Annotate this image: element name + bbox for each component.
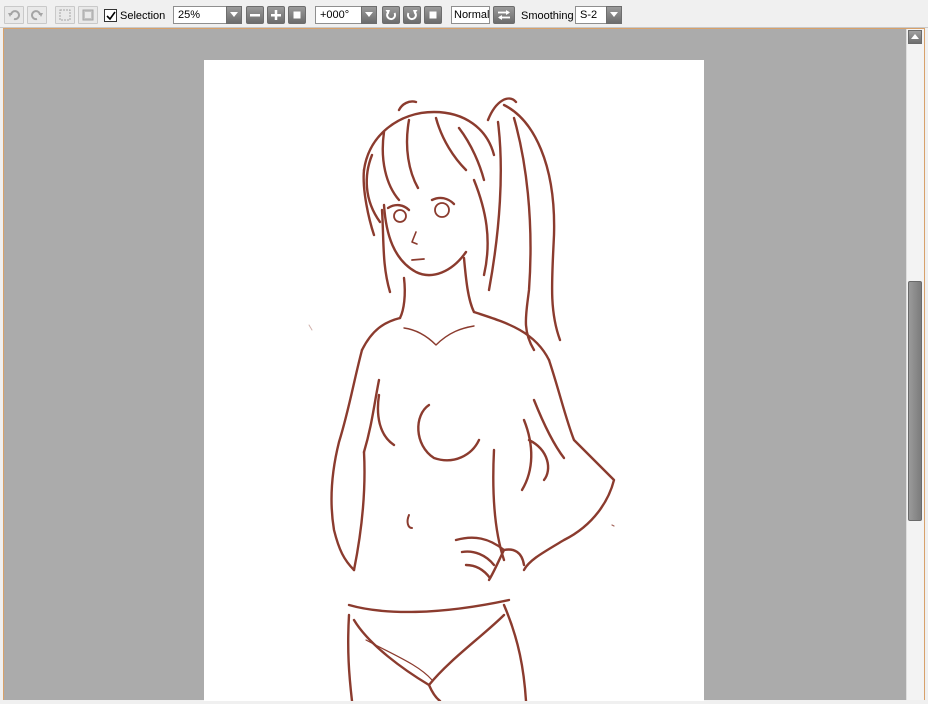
redo-button[interactable]: [27, 6, 47, 24]
chevron-down-icon: [230, 12, 238, 17]
invert-selection-button[interactable]: [78, 6, 98, 24]
undo-button[interactable]: [4, 6, 24, 24]
selection-checkbox[interactable]: [104, 9, 117, 22]
chevron-down-icon: [365, 12, 373, 17]
rotate-reset-button[interactable]: [424, 6, 442, 24]
chevron-up-icon: [911, 34, 919, 39]
scroll-up-button[interactable]: [908, 30, 922, 44]
scroll-thumb[interactable]: [908, 281, 922, 521]
rotate-ccw-button[interactable]: [382, 6, 400, 24]
rotate-cw-button[interactable]: [403, 6, 421, 24]
rotate-ccw-icon: [385, 10, 397, 21]
checkmark-icon: [106, 11, 116, 21]
blend-mode-field[interactable]: Normal: [451, 6, 490, 24]
zoom-field[interactable]: 25%: [173, 6, 228, 24]
zoom-in-icon: [271, 10, 281, 20]
rotation-dropdown-button[interactable]: [361, 6, 377, 24]
invert-selection-icon: [82, 9, 94, 21]
vertical-scrollbar[interactable]: [906, 29, 924, 700]
smoothing-label: Smoothing: [521, 10, 574, 22]
rotate-reset-icon: [429, 11, 437, 19]
zoom-in-button[interactable]: [267, 6, 285, 24]
toolbar: Selection 25% +000° Normal Smoothing S-2: [0, 0, 928, 28]
flip-horizontal-button[interactable]: [493, 6, 515, 24]
rotate-cw-icon: [406, 10, 418, 21]
zoom-out-button[interactable]: [246, 6, 264, 24]
smoothing-field[interactable]: S-2: [575, 6, 607, 24]
undo-icon: [8, 10, 20, 21]
deselect-button[interactable]: [55, 6, 75, 24]
flip-horizontal-icon: [498, 10, 510, 20]
chevron-down-icon: [610, 12, 618, 17]
zoom-reset-button[interactable]: [288, 6, 306, 24]
deselect-icon: [59, 9, 71, 21]
selection-label: Selection: [120, 10, 166, 22]
canvas-area[interactable]: [3, 28, 925, 703]
smoothing-dropdown-button[interactable]: [606, 6, 622, 24]
sketch-line-art: [308, 97, 616, 703]
zoom-out-icon: [250, 14, 260, 17]
redo-icon: [31, 10, 43, 21]
rotation-field[interactable]: +000°: [315, 6, 362, 24]
zoom-reset-icon: [293, 11, 301, 19]
zoom-dropdown-button[interactable]: [226, 6, 242, 24]
drawing-canvas[interactable]: [204, 60, 704, 703]
